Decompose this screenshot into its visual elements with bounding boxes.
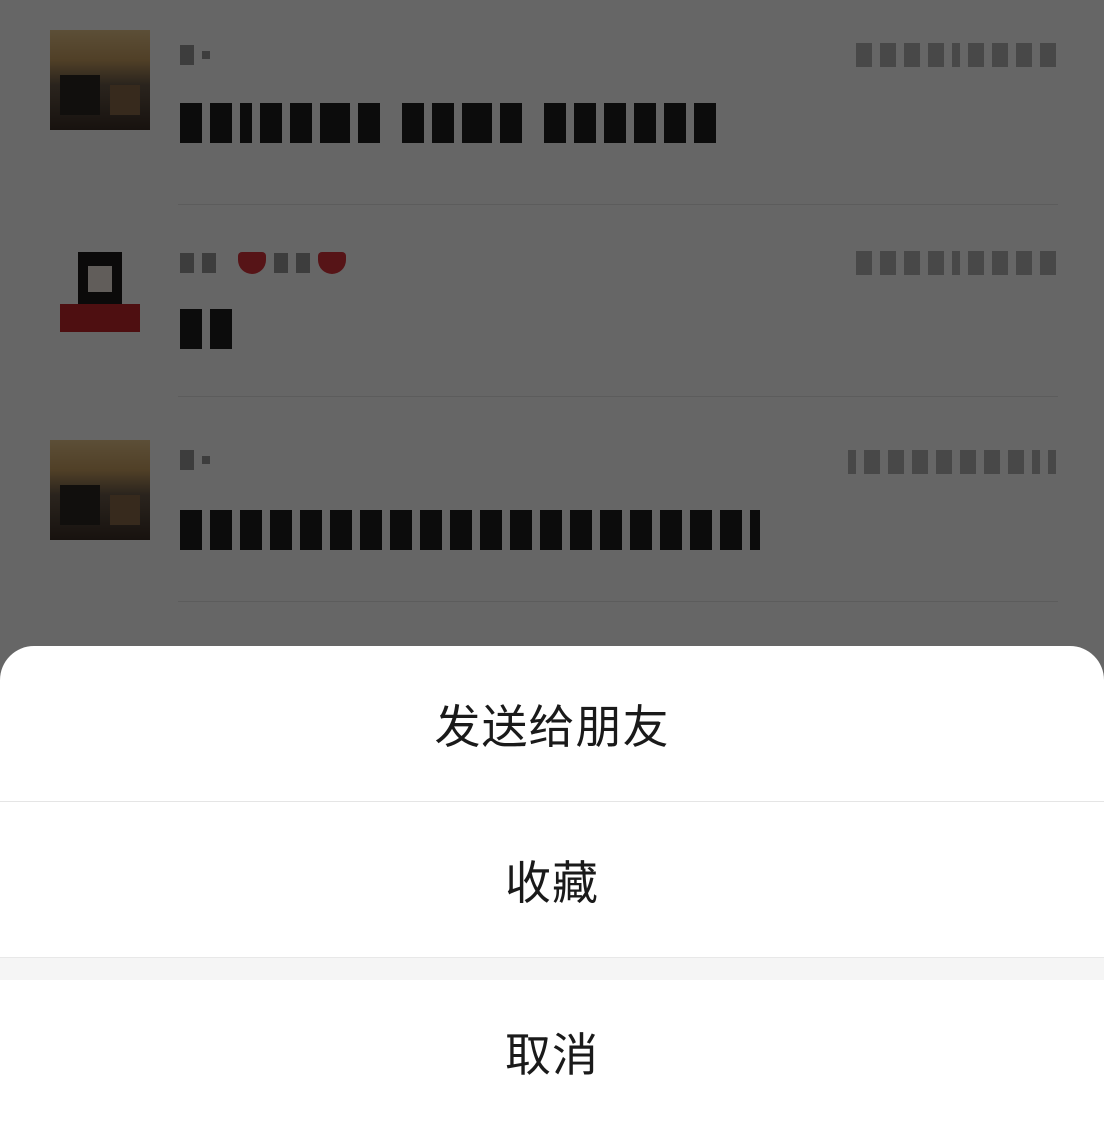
action-sheet: 发送给朋友 收藏 取消 bbox=[0, 646, 1104, 1129]
send-to-friend-button[interactable]: 发送给朋友 bbox=[0, 646, 1104, 801]
group-separator bbox=[0, 957, 1104, 980]
favorite-button[interactable]: 收藏 bbox=[0, 802, 1104, 957]
cancel-button[interactable]: 取消 bbox=[0, 980, 1104, 1129]
